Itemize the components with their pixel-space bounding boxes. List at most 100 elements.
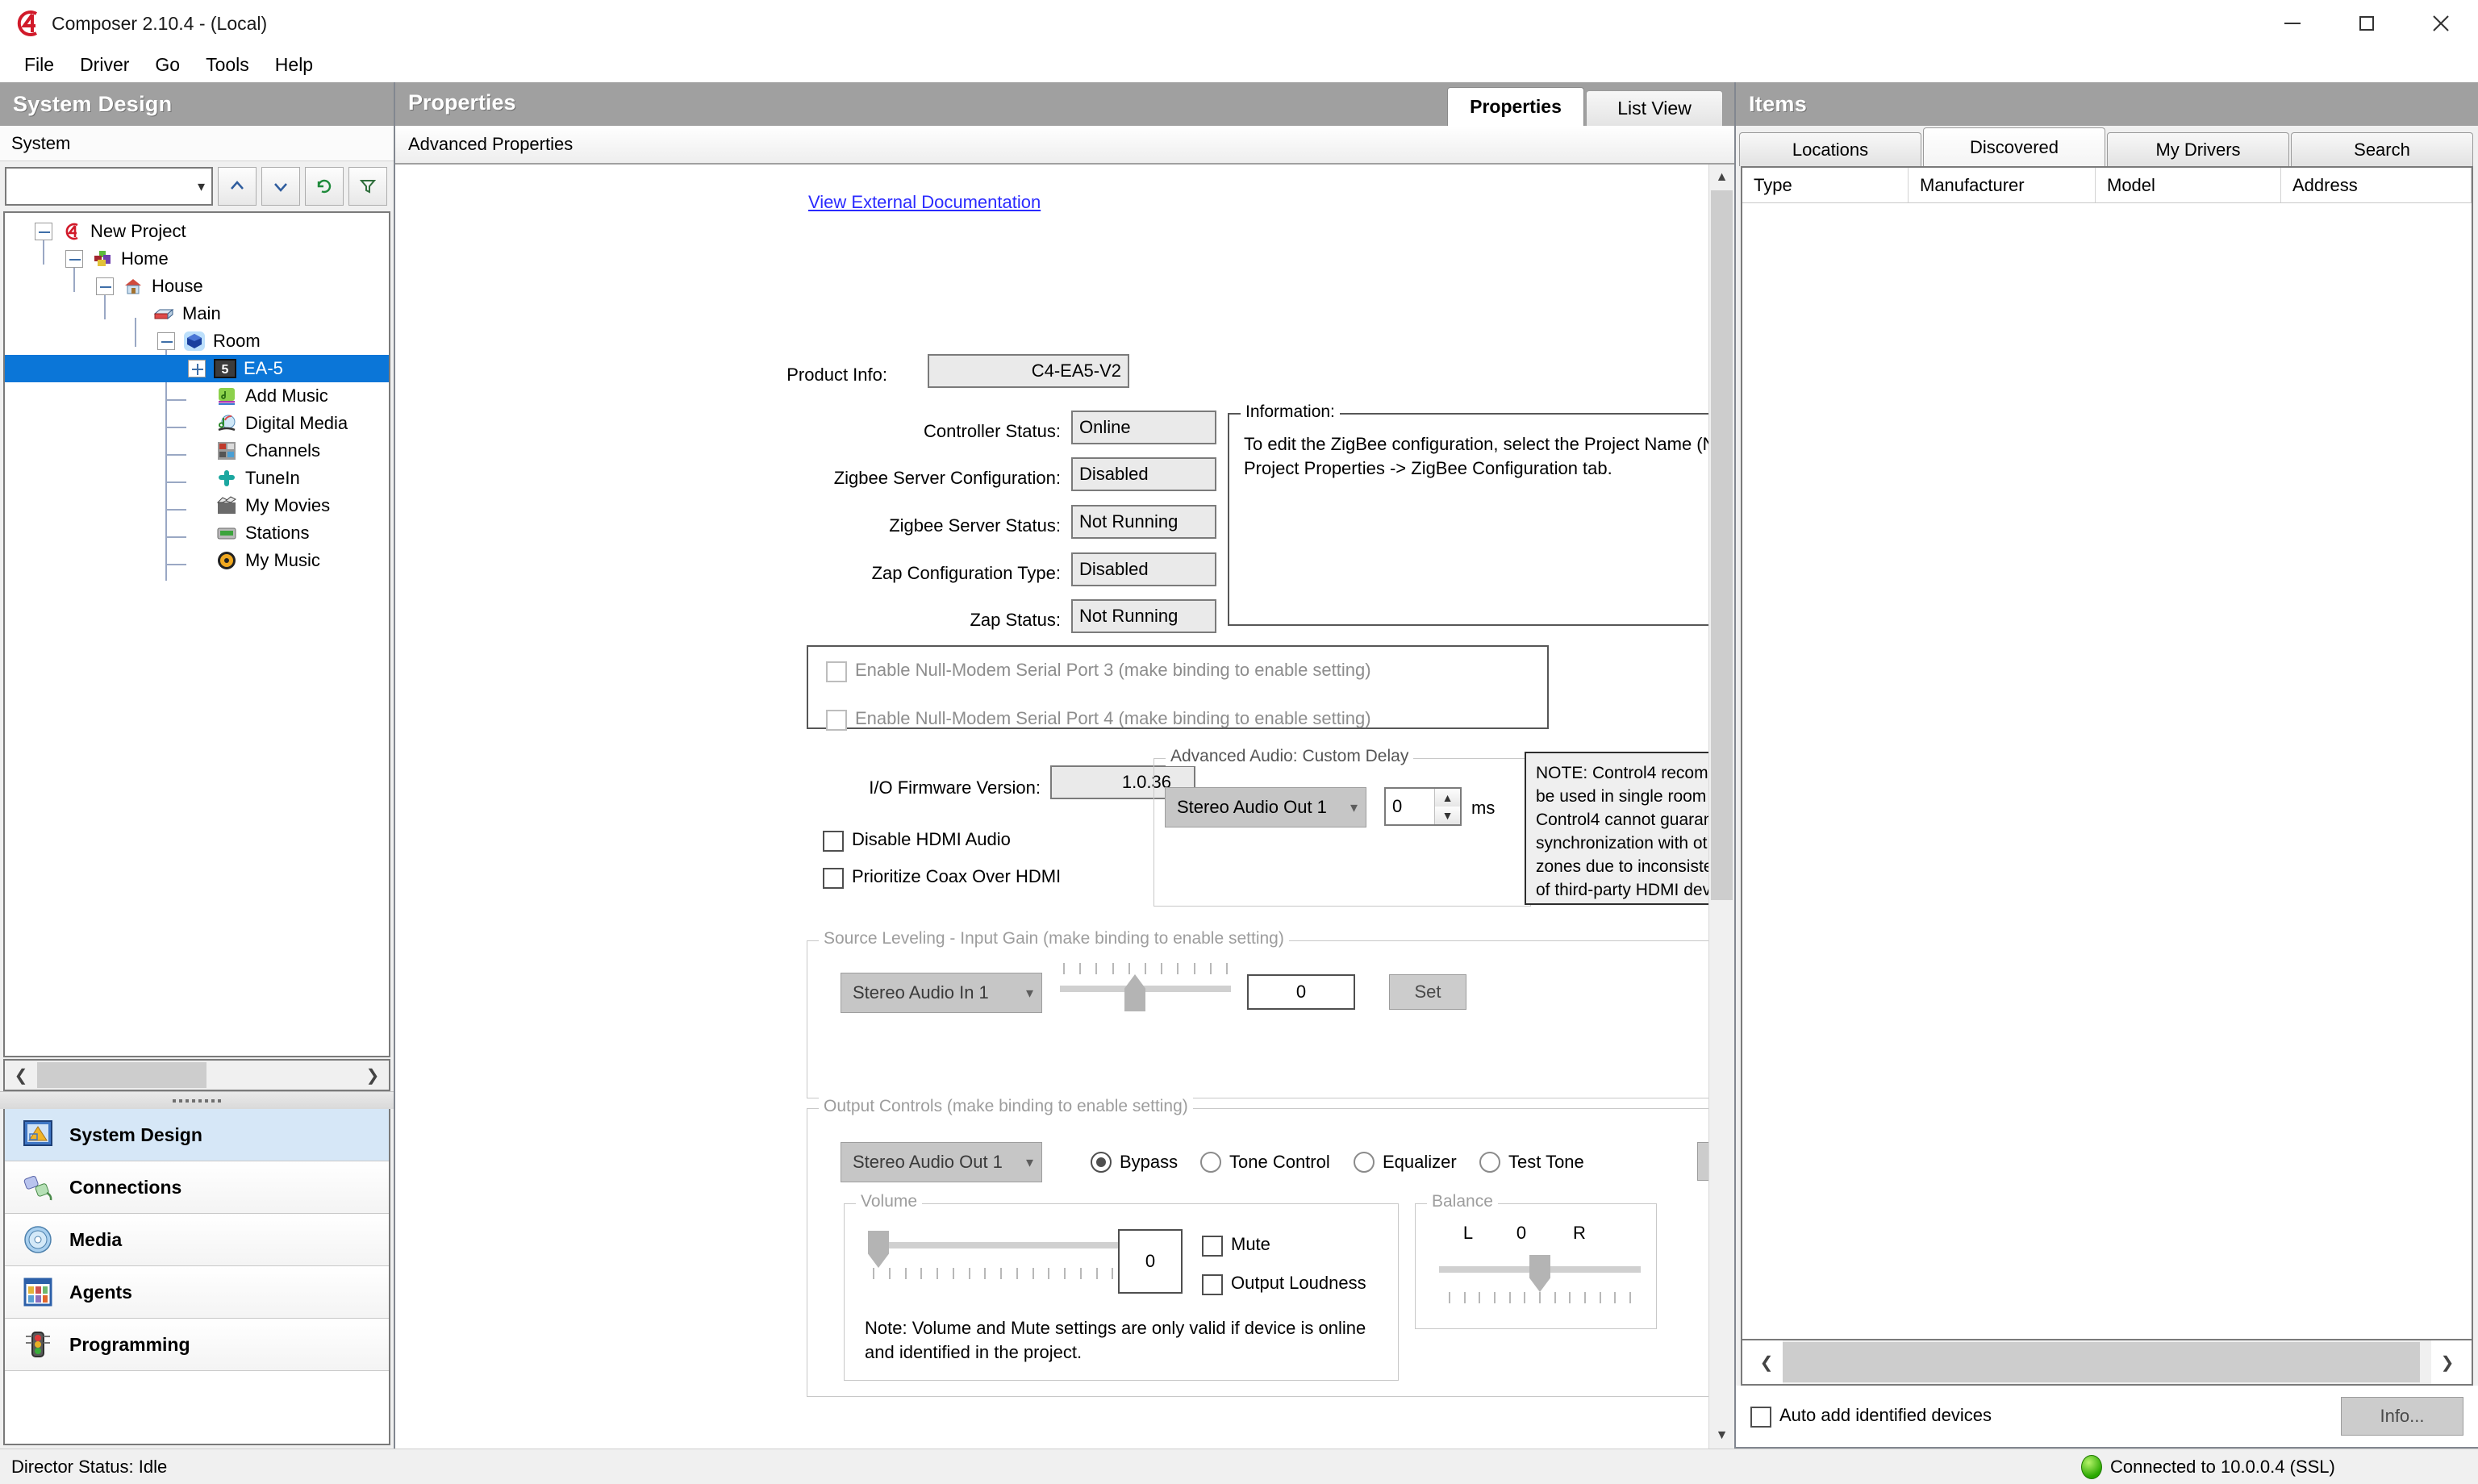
- scroll-track[interactable]: [1709, 190, 1734, 1423]
- move-down-button[interactable]: [261, 167, 300, 206]
- scroll-up-icon[interactable]: ▲: [1709, 165, 1734, 190]
- expander-plus-icon[interactable]: [188, 360, 206, 377]
- disable-hdmi-audio-checkbox[interactable]: Disable HDMI Audio: [823, 829, 1011, 852]
- menu-driver[interactable]: Driver: [67, 51, 142, 79]
- spinner-down-icon[interactable]: ▼: [1435, 807, 1460, 824]
- slider-thumb[interactable]: [1529, 1255, 1550, 1292]
- maximize-icon[interactable]: [2330, 0, 2404, 47]
- tab-discovered[interactable]: Discovered: [1923, 127, 2105, 166]
- enable-null-modem-serial-port-3-checkbox[interactable]: Enable Null-Modem Serial Port 3 (make bi…: [826, 660, 1371, 682]
- close-icon[interactable]: [2404, 0, 2478, 47]
- expander-minus-icon[interactable]: [35, 223, 52, 240]
- sidebar-item-connections[interactable]: Connections: [5, 1161, 389, 1214]
- mute-checkbox[interactable]: Mute: [1202, 1234, 1270, 1257]
- tree-item-add-music[interactable]: Add Music: [5, 382, 389, 410]
- balance-slider[interactable]: [1439, 1255, 1641, 1292]
- tab-properties[interactable]: Properties: [1447, 87, 1584, 126]
- spinner-up-icon[interactable]: ▲: [1435, 789, 1460, 807]
- volume-value[interactable]: 0: [1118, 1229, 1183, 1294]
- expander-minus-icon[interactable]: [157, 332, 175, 350]
- scroll-track[interactable]: [1783, 1340, 2431, 1384]
- source-leveling-slider-ticks: [1063, 963, 1228, 974]
- menu-tools[interactable]: Tools: [193, 51, 262, 79]
- tree-item-stations[interactable]: Stations: [5, 519, 389, 547]
- scroll-thumb[interactable]: [37, 1062, 206, 1088]
- slider-track: [1060, 986, 1231, 992]
- tree-item-new-project[interactable]: New Project: [5, 218, 389, 245]
- expander-minus-icon[interactable]: [65, 250, 83, 268]
- properties-content: View External Documentation Product Info…: [395, 165, 1734, 1449]
- expander-minus-icon[interactable]: [96, 277, 114, 295]
- filter-button[interactable]: [348, 167, 387, 206]
- scroll-thumb[interactable]: [1711, 190, 1733, 900]
- minimize-icon[interactable]: [2255, 0, 2330, 47]
- column-header-model[interactable]: Model: [2096, 168, 2281, 202]
- tree-item-digital-media[interactable]: Digital Media: [5, 410, 389, 437]
- source-leveling-gain-value[interactable]: 0: [1247, 974, 1355, 1010]
- volume-slider[interactable]: [868, 1231, 1129, 1268]
- scroll-right-icon[interactable]: ❯: [357, 1061, 389, 1090]
- sidebar-item-agents[interactable]: Agents: [5, 1266, 389, 1319]
- slider-thumb[interactable]: [868, 1231, 889, 1268]
- auto-add-identified-devices-checkbox[interactable]: Auto add identified devices: [1750, 1405, 1992, 1428]
- column-header-type[interactable]: Type: [1742, 168, 1909, 202]
- scroll-track[interactable]: [37, 1061, 357, 1090]
- floor-icon: [150, 303, 177, 324]
- tree-item-home[interactable]: Home: [5, 245, 389, 273]
- menu-help[interactable]: Help: [262, 51, 326, 79]
- panel-splitter-grip[interactable]: [0, 1091, 394, 1109]
- tree-item-my-music[interactable]: My Music: [5, 547, 389, 574]
- tree-item-main[interactable]: Main: [5, 300, 389, 327]
- column-header-manufacturer[interactable]: Manufacturer: [1909, 168, 2096, 202]
- tab-search[interactable]: Search: [2291, 132, 2473, 166]
- project-tree[interactable]: New Project Home House Main Room 5 EA-5 …: [3, 211, 390, 1057]
- tree-item-tunein[interactable]: TuneIn: [5, 465, 389, 492]
- discovered-devices-grid[interactable]: Type Manufacturer Model Address: [1741, 166, 2473, 1340]
- radio-equalizer[interactable]: Equalizer: [1354, 1152, 1457, 1173]
- tree-horizontal-scrollbar[interactable]: ❮ ❯: [3, 1059, 390, 1091]
- source-leveling-input-select[interactable]: Stereo Audio In 1 ▾: [841, 973, 1042, 1013]
- tab-my-drivers[interactable]: My Drivers: [2107, 132, 2289, 166]
- tree-item-channels[interactable]: Channels: [5, 437, 389, 465]
- radio-bypass[interactable]: Bypass: [1091, 1152, 1178, 1173]
- tree-item-house[interactable]: House: [5, 273, 389, 300]
- custom-delay-output-select[interactable]: Stereo Audio Out 1 ▾: [1165, 787, 1366, 827]
- spinner-arrows[interactable]: ▲ ▼: [1434, 789, 1460, 824]
- output-loudness-checkbox[interactable]: Output Loudness: [1202, 1273, 1366, 1295]
- radio-tone-control[interactable]: Tone Control: [1200, 1152, 1330, 1173]
- move-up-button[interactable]: [218, 167, 257, 206]
- tab-list-view[interactable]: List View: [1586, 90, 1723, 126]
- items-horizontal-scrollbar[interactable]: ❮ ❯: [1741, 1340, 2473, 1386]
- scroll-left-icon[interactable]: ❮: [5, 1061, 37, 1090]
- column-header-address[interactable]: Address: [2281, 168, 2472, 202]
- external-documentation-link[interactable]: View External Documentation: [808, 192, 1041, 213]
- grid-rows-area[interactable]: [1742, 203, 2472, 1339]
- zap-config-type-label: Zap Configuration Type:: [871, 563, 1061, 583]
- tree-item-my-movies[interactable]: My Movies: [5, 492, 389, 519]
- tree-item-room[interactable]: Room: [5, 327, 389, 355]
- output-controls-output-select[interactable]: Stereo Audio Out 1 ▾: [841, 1142, 1042, 1182]
- scroll-thumb[interactable]: [1783, 1342, 2420, 1382]
- tree-item-ea5[interactable]: 5 EA-5: [5, 355, 389, 382]
- menu-go[interactable]: Go: [142, 51, 193, 79]
- radio-test-tone[interactable]: Test Tone: [1479, 1152, 1584, 1173]
- slider-thumb[interactable]: [1124, 974, 1145, 1011]
- sidebar-item-media[interactable]: Media: [5, 1214, 389, 1266]
- scroll-down-icon[interactable]: ▼: [1709, 1423, 1734, 1449]
- info-button[interactable]: Info...: [2341, 1397, 2463, 1436]
- source-leveling-slider[interactable]: [1060, 974, 1231, 1011]
- reset-settings-button[interactable]: Reset Settings: [1697, 1142, 1708, 1181]
- tab-locations[interactable]: Locations: [1739, 132, 1921, 166]
- refresh-button[interactable]: [305, 167, 344, 206]
- scroll-left-icon[interactable]: ❮: [1750, 1340, 1783, 1384]
- enable-null-modem-serial-port-4-checkbox[interactable]: Enable Null-Modem Serial Port 4 (make bi…: [826, 708, 1371, 731]
- sidebar-item-programming[interactable]: Programming: [5, 1319, 389, 1371]
- set-button[interactable]: Set: [1389, 974, 1466, 1010]
- properties-vertical-scrollbar[interactable]: ▲ ▼: [1708, 165, 1734, 1449]
- scroll-right-icon[interactable]: ❯: [2431, 1340, 2463, 1384]
- sidebar-item-system-design[interactable]: System Design: [5, 1109, 389, 1161]
- prioritize-coax-over-hdmi-checkbox[interactable]: Prioritize Coax Over HDMI: [823, 866, 1061, 889]
- custom-delay-spinner[interactable]: 0 ▲ ▼: [1384, 787, 1462, 826]
- system-combo[interactable]: ▾: [5, 167, 213, 206]
- menu-file[interactable]: File: [11, 51, 67, 79]
